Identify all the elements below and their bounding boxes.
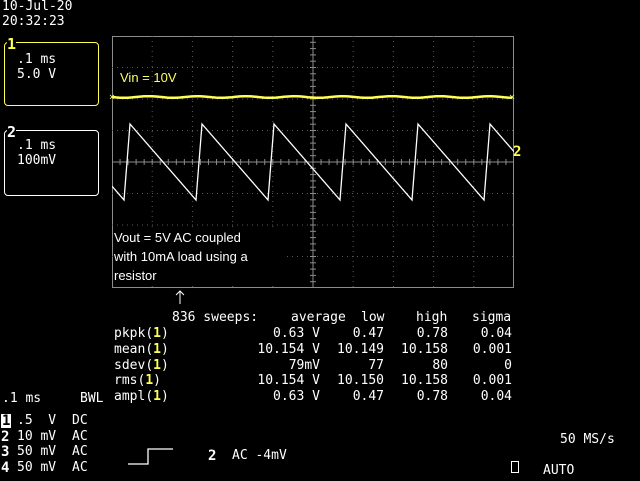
- stats-row-1-average: 10.154 V: [257, 341, 320, 357]
- ch2-badge: 2: [7, 123, 17, 141]
- sweep-count: 836 sweeps:: [172, 310, 259, 325]
- run-state-icon: [511, 461, 519, 473]
- stats-row-3-average: 10.154 V: [257, 373, 320, 389]
- vin-annotation: Vin = 10V: [120, 70, 177, 85]
- channel-2-volts: 10 mV: [17, 428, 57, 444]
- stats-row-0-label: pkpk(1): [114, 326, 169, 341]
- trigger-settings[interactable]: AC -4mV: [232, 449, 287, 463]
- stats-row-2-high: 80: [432, 357, 448, 373]
- stats-header-low: low: [361, 310, 385, 325]
- stats-row-3-low: 10.150: [337, 373, 384, 389]
- ch1-trace: [111, 94, 513, 100]
- stats-row-4-average: 0.63 V: [273, 389, 320, 405]
- stats-row-2-average: 79mV: [288, 357, 320, 373]
- stats-row-4-low: 0.47: [352, 389, 384, 405]
- stats-header-sigma: sigma: [472, 310, 512, 325]
- stats-row-4-label: ampl(1): [114, 389, 169, 405]
- stats-row-4-high: 0.78: [416, 389, 448, 405]
- channel-3-coupling: AC: [72, 444, 88, 459]
- stats-row-2-low: 77: [368, 357, 384, 373]
- channel-1-volts: .5 V: [17, 413, 57, 428]
- stats-row-1-sigma: 0.001: [472, 341, 512, 357]
- stats-row-0-sigma: 0.04: [480, 326, 512, 341]
- stats-row-1-label: mean(1): [114, 341, 169, 357]
- channel-3-volts: 50 mV: [17, 444, 57, 459]
- acquisition-mode[interactable]: AUTO: [543, 464, 574, 478]
- channel-3-number[interactable]: 3: [1, 445, 9, 459]
- ch1-settings-panel[interactable]: 1 .1 ms 5.0 V: [4, 35, 99, 106]
- ch1-badge: 1: [7, 35, 17, 53]
- ch2-volts-div: 100mV: [17, 153, 57, 168]
- stats-row-4-sigma: 0.04: [480, 389, 512, 405]
- stats-row-0-average: 0.63 V: [273, 326, 320, 341]
- channel-2-number[interactable]: 2: [1, 430, 9, 444]
- trigger-channel[interactable]: 2: [208, 449, 216, 463]
- capture-time: 20:32:23: [2, 14, 65, 29]
- stats-row-0-high: 0.78: [416, 326, 448, 341]
- channel-4-volts: 50 mV: [17, 459, 57, 475]
- stats-row-1-low: 10.149: [337, 341, 384, 357]
- ch1-left-marker: ×: [109, 92, 116, 103]
- sample-rate: 50 MS/s: [560, 432, 615, 447]
- channel-4-coupling: AC: [72, 459, 88, 475]
- stats-row-3-high: 10.158: [401, 373, 448, 389]
- vout-line-1: Vout = 5V AC coupled: [114, 230, 241, 245]
- capture-date: 10-Jul-20: [2, 0, 73, 14]
- stats-row-3-label: rms(1): [114, 373, 161, 389]
- channel-1-number[interactable]: 1: [1, 414, 12, 428]
- ch2-timebase: .1 ms: [17, 138, 57, 153]
- vout-line-3: resistor: [114, 268, 157, 283]
- stats-row-2-sigma: 0: [504, 357, 512, 373]
- stats-row-1-high: 10.158: [401, 341, 448, 357]
- stats-row-3-sigma: 0.001: [472, 373, 512, 389]
- channel-4-number[interactable]: 4: [1, 461, 9, 475]
- channel-1-coupling: DC: [72, 413, 88, 428]
- ch2-settings-panel[interactable]: 2 .1 ms 100mV: [4, 123, 99, 196]
- stats-header-average: average: [291, 310, 346, 325]
- scope-graticule[interactable]: Vin = 10V Vout = 5V AC coupled with 10mA…: [111, 35, 515, 289]
- stats-row-0-low: 0.47: [352, 326, 384, 341]
- ch1-right-marker: ×: [509, 92, 516, 103]
- stats-header-high: high: [416, 310, 448, 325]
- ch1-volts-div: 5.0 V: [17, 67, 57, 82]
- ch2-offset-marker[interactable]: 2: [513, 144, 521, 160]
- channel-2-coupling: AC: [72, 428, 88, 444]
- bottom-timebase: .1 ms: [2, 391, 42, 406]
- ch1-timebase: .1 ms: [17, 52, 57, 67]
- bwl-indicator: BWL: [80, 391, 104, 406]
- vout-line-2: with 10mA load using a: [114, 249, 248, 264]
- trigger-edge-icon: [128, 448, 173, 465]
- stats-row-2-label: sdev(1): [114, 357, 169, 373]
- trigger-position-arrow: [175, 290, 185, 304]
- vout-annotation: Vout = 5V AC coupled with 10mA load usin…: [114, 228, 284, 285]
